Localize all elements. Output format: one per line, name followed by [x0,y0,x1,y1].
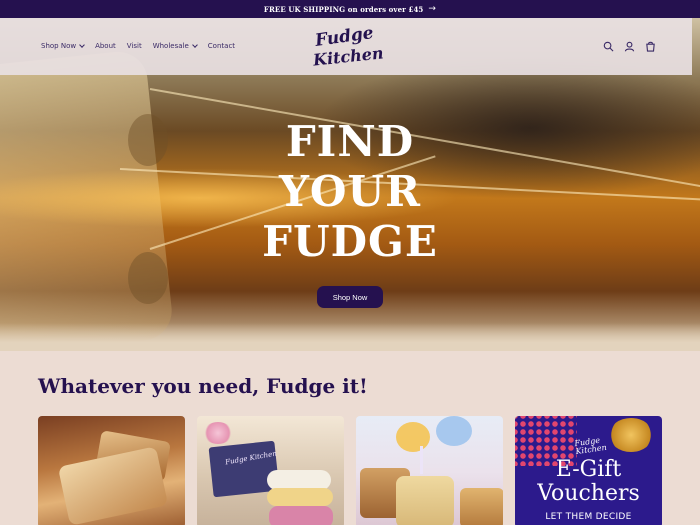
fudge-slice-image [267,470,331,490]
nav-shop-now[interactable]: Shop Now [41,42,85,50]
category-card-e-gift[interactable]: Fudge Kitchen E-Gift Vouchers LET THEM D… [515,416,662,525]
category-card[interactable]: Fudge Kitchen [197,416,344,525]
account-icon[interactable] [624,41,635,52]
main-nav: Shop Now About Visit Wholesale Contact [41,42,235,50]
hero-bg-shape [128,114,168,166]
announcement-text: FREE UK SHIPPING on orders over £45 [263,4,424,14]
nav-label: About [95,42,116,50]
voucher-title: Vouchers [537,481,640,506]
hero-title: FIND YOUR FUDGE [250,117,450,267]
nav-about[interactable]: About [95,42,116,50]
voucher-logo: Fudge Kitchen [574,436,607,456]
site-header: Shop Now About Visit Wholesale Contact F… [0,18,692,75]
candle-image [420,446,423,474]
header-icons [603,41,656,52]
chevron-down-icon [191,42,198,48]
nav-label: Wholesale [152,42,189,50]
shop-now-button[interactable]: Shop Now [317,286,383,308]
nav-label: Shop Now [41,42,77,50]
fudge-slice-image [267,488,333,506]
fudge-cake-image [396,476,454,525]
chevron-down-icon [79,42,85,48]
arrow-right-icon: → [428,3,437,14]
cart-icon[interactable] [645,41,656,52]
hero-title-line: YOUR [278,167,422,216]
announcement-bar[interactable]: FREE UK SHIPPING on orders over £45 → [0,0,700,18]
fudge-cake-image [460,488,503,525]
flower-image [203,422,233,444]
balloon-image [436,416,472,446]
voucher-tagline: LET THEM DECIDE [545,512,632,522]
category-card[interactable] [38,416,185,525]
nav-label: Contact [207,42,236,50]
nav-label: Visit [126,42,142,50]
hero-bg-shape [128,252,168,304]
balloon-image [396,422,430,452]
nav-visit[interactable]: Visit [127,42,142,50]
fudge-slices-image [57,446,169,525]
search-icon[interactable] [603,41,614,52]
nav-wholesale[interactable]: Wholesale [152,42,198,50]
voucher-title: E-Gift [555,457,622,482]
hero-title-line: FIND [285,117,415,166]
section-title: Whatever you need, Fudge it! [38,374,368,398]
hero-bg-bottom [0,323,700,351]
fudge-slice-image [269,506,333,525]
gift-bow-icon [609,418,653,452]
nav-contact[interactable]: Contact [208,42,235,50]
hero-title-line: FUDGE [262,217,438,266]
fudge-gift-box-image [208,440,280,498]
category-card[interactable] [356,416,503,525]
voucher-logo-text: Kitchen [575,442,608,457]
site-logo[interactable]: Fudge Kitchen [311,23,384,70]
